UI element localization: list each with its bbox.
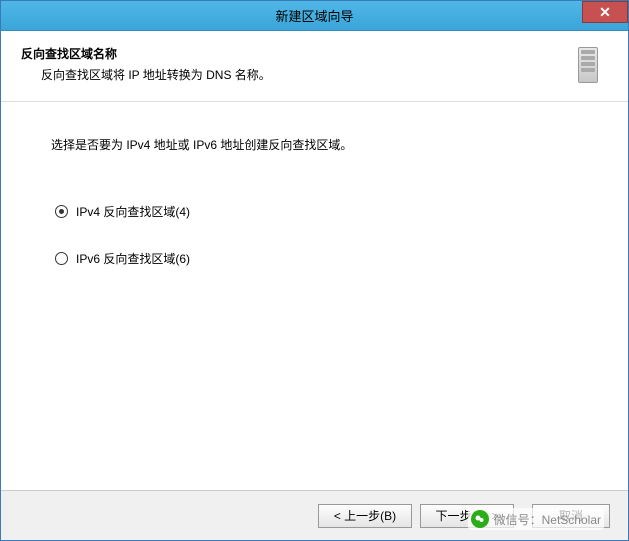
watermark-overlay: 微信号：NetScholar [468,508,604,530]
radio-option-ipv6[interactable]: IPv6 反向查找区域(6) [55,250,578,267]
wizard-content: 选择是否要为 IPv4 地址或 IPv6 地址创建反向查找区域。 IPv4 反向… [1,101,628,490]
radio-ipv6-label: IPv6 反向查找区域(6) [76,250,190,267]
back-button[interactable]: < 上一步(B) [318,504,412,528]
wizard-header: 反向查找区域名称 反向查找区域将 IP 地址转换为 DNS 名称。 [1,31,628,97]
wizard-window: 新建区域向导 ✕ 反向查找区域名称 反向查找区域将 IP 地址转换为 DNS 名… [0,0,629,541]
titlebar: 新建区域向导 ✕ [1,1,628,31]
close-icon: ✕ [599,4,611,21]
wechat-icon [471,510,489,528]
server-icon [558,45,602,89]
header-subtitle: 反向查找区域将 IP 地址转换为 DNS 名称。 [21,66,558,83]
close-button[interactable]: ✕ [582,1,628,23]
header-title: 反向查找区域名称 [21,45,558,62]
radio-ipv4-input[interactable] [55,205,68,218]
radio-option-ipv4[interactable]: IPv4 反向查找区域(4) [55,203,578,220]
radio-group: IPv4 反向查找区域(4) IPv6 反向查找区域(6) [51,203,578,267]
header-text-block: 反向查找区域名称 反向查找区域将 IP 地址转换为 DNS 名称。 [21,45,558,83]
window-title: 新建区域向导 [275,6,353,25]
radio-ipv4-label: IPv4 反向查找区域(4) [76,203,190,220]
instruction-text: 选择是否要为 IPv4 地址或 IPv6 地址创建反向查找区域。 [51,136,578,153]
radio-ipv6-input[interactable] [55,252,68,265]
watermark-text: 微信号：NetScholar [494,511,601,528]
